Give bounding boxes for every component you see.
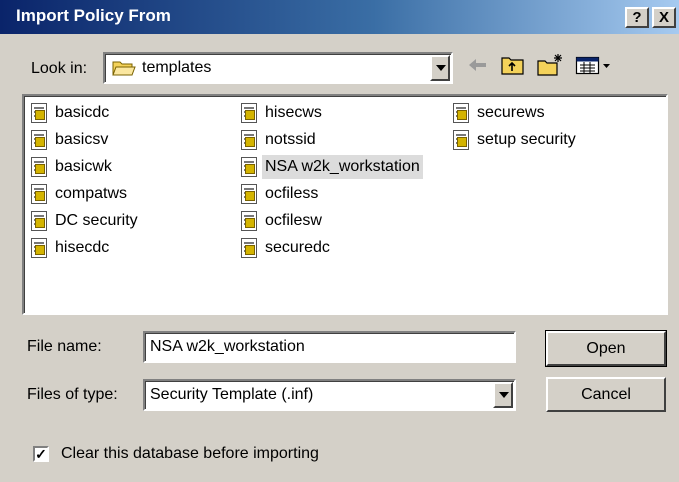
clear-database-checkbox[interactable]: ✓	[33, 446, 49, 462]
file-type-select[interactable]: Security Template (.inf)	[143, 379, 516, 411]
title-bar: Import Policy From ? X	[0, 0, 679, 34]
template-file-icon	[31, 211, 47, 231]
up-folder-icon[interactable]	[500, 53, 526, 77]
look-in-combo[interactable]: templates	[103, 52, 453, 84]
help-button[interactable]: ?	[625, 7, 649, 28]
template-file-icon	[241, 184, 257, 204]
template-file-icon	[31, 238, 47, 258]
template-file-icon	[241, 157, 257, 177]
template-file-icon	[453, 103, 469, 123]
template-file-icon	[31, 157, 47, 177]
cancel-button[interactable]: Cancel	[546, 377, 666, 412]
template-file-icon	[241, 103, 257, 123]
file-type-dropdown-button[interactable]	[493, 382, 513, 408]
template-file-icon	[31, 103, 47, 123]
file-type-value: Security Template (.inf)	[150, 386, 314, 403]
template-file-icon	[31, 184, 47, 204]
template-file-icon	[241, 211, 257, 231]
look-in-label: Look in:	[31, 60, 88, 77]
template-file-icon	[241, 238, 257, 258]
new-folder-icon[interactable]	[536, 53, 564, 77]
close-button[interactable]: X	[652, 7, 676, 28]
look-in-dropdown-button[interactable]	[430, 55, 450, 81]
file-name-input[interactable]: NSA w2k_workstation	[143, 331, 516, 363]
file-list[interactable]: basicdc basicsv basicwk compatws DC secu…	[22, 94, 668, 315]
template-file-icon	[453, 130, 469, 150]
file-name-label: File name:	[27, 338, 102, 355]
view-menu-icon[interactable]	[575, 53, 615, 77]
template-file-icon	[31, 130, 47, 150]
window-title: Import Policy From	[16, 6, 171, 25]
file-type-label: Files of type:	[27, 386, 118, 403]
clear-database-label[interactable]: Clear this database before importing	[61, 445, 319, 463]
look-in-value: templates	[142, 59, 212, 76]
folder-open-icon	[112, 61, 136, 76]
back-arrow-icon[interactable]	[466, 53, 490, 77]
file-name-value: NSA w2k_workstation	[150, 338, 305, 355]
open-button[interactable]: Open	[545, 330, 667, 367]
template-file-icon	[241, 130, 257, 150]
